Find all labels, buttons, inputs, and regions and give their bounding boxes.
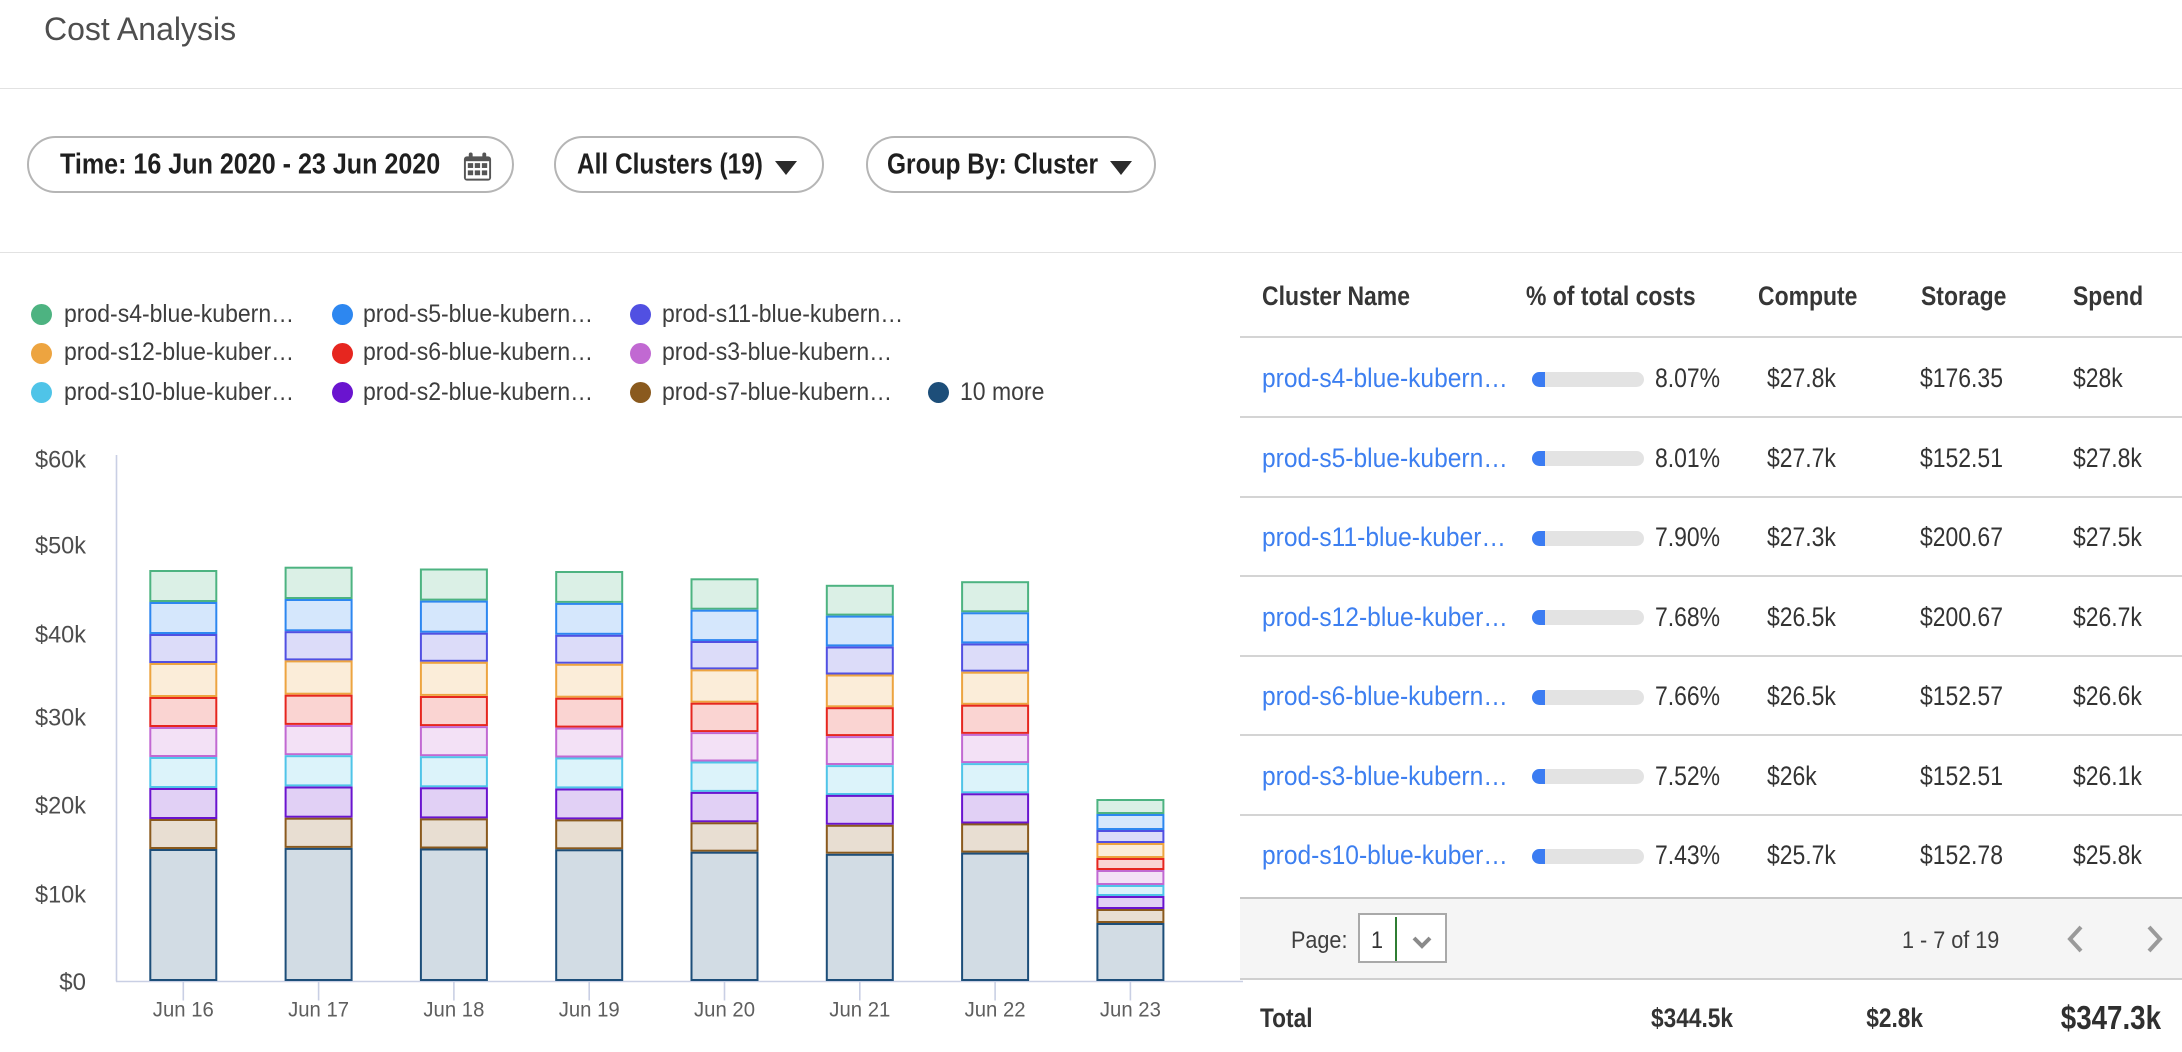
svg-text:Jun 23: Jun 23 — [1100, 999, 1161, 1022]
svg-text:$40k: $40k — [35, 622, 87, 649]
svg-text:Jun 17: Jun 17 — [288, 999, 349, 1022]
svg-text:$50k: $50k — [35, 533, 87, 560]
svg-text:Jun 19: Jun 19 — [559, 999, 620, 1022]
svg-text:$60k: $60k — [35, 447, 87, 474]
svg-text:Jun 22: Jun 22 — [965, 999, 1026, 1022]
svg-text:$10k: $10k — [35, 881, 87, 908]
svg-text:Jun 21: Jun 21 — [829, 999, 890, 1022]
svg-text:Jun 16: Jun 16 — [153, 999, 214, 1022]
svg-text:$0: $0 — [59, 969, 86, 996]
svg-text:$30k: $30k — [35, 705, 87, 732]
svg-text:$20k: $20k — [35, 793, 87, 820]
svg-text:Jun 20: Jun 20 — [694, 999, 755, 1022]
svg-text:Jun 18: Jun 18 — [423, 999, 484, 1022]
